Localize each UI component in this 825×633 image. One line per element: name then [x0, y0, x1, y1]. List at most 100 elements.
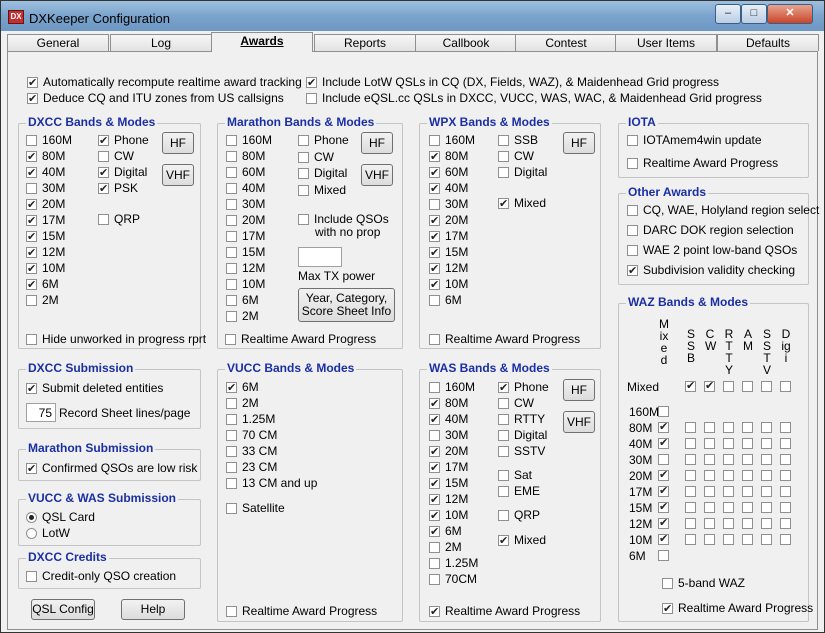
- hide-unworked-checkbox[interactable]: Hide unworked in progress rprt: [26, 331, 206, 347]
- checkbox-box[interactable]: [627, 158, 638, 169]
- waz-checkbox-mixed-ssb[interactable]: [685, 379, 696, 392]
- checkbox-box[interactable]: [429, 558, 440, 569]
- waz-checkbox-20m-rtty[interactable]: [723, 470, 734, 481]
- waz-checkbox-17m-cw[interactable]: [704, 486, 715, 497]
- checkbox-box[interactable]: [429, 229, 440, 245]
- waz-checkbox-15m-digi[interactable]: [780, 502, 791, 513]
- marathon-mode-mixed-checkbox[interactable]: Mixed: [298, 182, 346, 198]
- checkbox-box[interactable]: [226, 446, 237, 457]
- tab-contest[interactable]: Contest: [515, 34, 617, 51]
- checkbox-box[interactable]: [26, 461, 37, 477]
- waz-checkbox-15m-mixed[interactable]: [658, 500, 669, 513]
- tab-defaults[interactable]: Defaults: [717, 34, 819, 51]
- waz-checkbox-80m-cw[interactable]: [704, 422, 715, 433]
- checkbox-box[interactable]: [98, 165, 109, 181]
- wpx-mixed-checkbox[interactable]: Mixed: [498, 195, 546, 212]
- marathon-band-40m-checkbox[interactable]: 40M: [226, 180, 265, 196]
- help-button[interactable]: Help: [121, 599, 185, 620]
- was-band-160m-checkbox[interactable]: 160M: [429, 379, 475, 395]
- include-lotw-checkbox[interactable]: Include LotW QSLs in CQ (DX, Fields, WAZ…: [306, 74, 719, 91]
- checkbox-box[interactable]: [429, 542, 440, 553]
- was-band-15m-checkbox[interactable]: 15M: [429, 475, 468, 492]
- was-qrp-checkbox[interactable]: QRP: [498, 507, 540, 523]
- wpx-band-20m-checkbox[interactable]: 20M: [429, 212, 468, 229]
- waz-checkbox-20m-ssb[interactable]: [685, 470, 696, 481]
- waz-checkbox-10m-mixed[interactable]: [658, 532, 669, 545]
- dxcc-band-2m-checkbox[interactable]: 2M: [26, 292, 59, 308]
- checkbox-box[interactable]: [429, 199, 440, 210]
- marathon-mode-phone-checkbox[interactable]: Phone: [298, 132, 349, 148]
- radio-button[interactable]: [26, 512, 37, 523]
- dxcc-band-6m-checkbox[interactable]: 6M: [26, 276, 59, 293]
- waz-checkbox-mixed-sstv[interactable]: [761, 381, 772, 392]
- checkbox-box[interactable]: [429, 492, 440, 508]
- checkbox-box[interactable]: [26, 295, 37, 306]
- waz-checkbox-17m-sstv[interactable]: [761, 486, 772, 497]
- waz-checkbox-10m-sstv[interactable]: [761, 534, 772, 545]
- was-mixed-checkbox[interactable]: Mixed: [498, 532, 546, 549]
- waz-checkbox-15m-ssb[interactable]: [685, 502, 696, 513]
- iota-realtime-checkbox[interactable]: Realtime Award Progress: [627, 155, 778, 171]
- marathon-band-15m-checkbox[interactable]: 15M: [226, 244, 265, 260]
- vucc-realtime-checkbox[interactable]: Realtime Award Progress: [226, 603, 377, 619]
- dxcc-band-17m-checkbox[interactable]: 17M: [26, 212, 65, 229]
- waz-checkbox-160m-mixed[interactable]: [658, 406, 669, 417]
- wpx-band-40m-checkbox[interactable]: 40M: [429, 180, 468, 197]
- dxcc-mode-phone-checkbox[interactable]: Phone: [98, 132, 149, 149]
- checkbox-box[interactable]: [226, 215, 237, 226]
- iota-update-checkbox[interactable]: IOTAmem4win update: [627, 132, 762, 148]
- dxcc-hf-button[interactable]: HF: [162, 132, 194, 154]
- checkbox-box[interactable]: [498, 135, 509, 146]
- waz-checkbox-40m-mixed[interactable]: [658, 436, 669, 449]
- checkbox-box[interactable]: [26, 197, 37, 213]
- wpx-mode-ssb-checkbox[interactable]: SSB: [498, 132, 538, 148]
- checkbox-box[interactable]: [226, 295, 237, 306]
- checkbox-box[interactable]: [429, 444, 440, 460]
- other-award-wae-2-point-low-band-qsos-checkbox[interactable]: WAE 2 point low-band QSOs: [627, 242, 797, 258]
- marathon-band-6m-checkbox[interactable]: 6M: [226, 292, 259, 308]
- wpx-band-10m-checkbox[interactable]: 10M: [429, 276, 468, 293]
- waz-checkbox-10m-digi[interactable]: [780, 534, 791, 545]
- wpx-band-30m-checkbox[interactable]: 30M: [429, 196, 468, 212]
- waz-checkbox-30m-sstv[interactable]: [761, 454, 772, 465]
- waz-checkbox-17m-ssb[interactable]: [685, 486, 696, 497]
- tab-user-items[interactable]: User Items: [615, 34, 717, 51]
- dxcc-qrp-checkbox[interactable]: QRP: [98, 211, 140, 227]
- checkbox-box[interactable]: [662, 578, 673, 589]
- checkbox-box[interactable]: [26, 229, 37, 245]
- checkbox-box[interactable]: [26, 213, 37, 229]
- waz-checkbox-10m-cw[interactable]: [704, 534, 715, 545]
- maximize-button[interactable]: □: [741, 4, 767, 24]
- waz-checkbox-20m-mixed[interactable]: [658, 468, 669, 481]
- was-band-30m-checkbox[interactable]: 30M: [429, 427, 468, 443]
- checkbox-box[interactable]: [429, 430, 440, 441]
- waz-checkbox-10m-rtty[interactable]: [723, 534, 734, 545]
- checkbox-box[interactable]: [26, 149, 37, 165]
- marathon-band-20m-checkbox[interactable]: 20M: [226, 212, 265, 228]
- dxcc-band-15m-checkbox[interactable]: 15M: [26, 228, 65, 245]
- checkbox-box[interactable]: [298, 168, 309, 179]
- checkbox-box[interactable]: [226, 151, 237, 162]
- checkbox-box[interactable]: [226, 279, 237, 290]
- waz-checkbox-80m-am[interactable]: [742, 422, 753, 433]
- waz-checkbox-40m-digi[interactable]: [780, 438, 791, 449]
- checkbox-box[interactable]: [226, 183, 237, 194]
- vucc-satellite-checkbox[interactable]: Satellite: [226, 500, 285, 516]
- marathon-band-160m-checkbox[interactable]: 160M: [226, 132, 272, 148]
- dxcc-band-10m-checkbox[interactable]: 10M: [26, 260, 65, 277]
- checkbox-box[interactable]: [429, 524, 440, 540]
- checkbox-box[interactable]: [98, 151, 109, 162]
- wpx-band-6m-checkbox[interactable]: 6M: [429, 292, 462, 308]
- waz-checkbox-40m-rtty[interactable]: [723, 438, 734, 449]
- dxcc-band-20m-checkbox[interactable]: 20M: [26, 196, 65, 213]
- wpx-mode-digital-checkbox[interactable]: Digital: [498, 164, 547, 180]
- waz-checkbox-17m-rtty[interactable]: [723, 486, 734, 497]
- checkbox-box[interactable]: [498, 196, 509, 212]
- wpx-band-17m-checkbox[interactable]: 17M: [429, 228, 468, 245]
- five-band-waz-checkbox[interactable]: 5-band WAZ: [662, 575, 745, 591]
- was-band-12m-checkbox[interactable]: 12M: [429, 491, 468, 508]
- wpx-band-60m-checkbox[interactable]: 60M: [429, 164, 468, 181]
- waz-checkbox-15m-rtty[interactable]: [723, 502, 734, 513]
- was-band-20m-checkbox[interactable]: 20M: [429, 443, 468, 460]
- was-eme-checkbox[interactable]: EME: [498, 483, 540, 499]
